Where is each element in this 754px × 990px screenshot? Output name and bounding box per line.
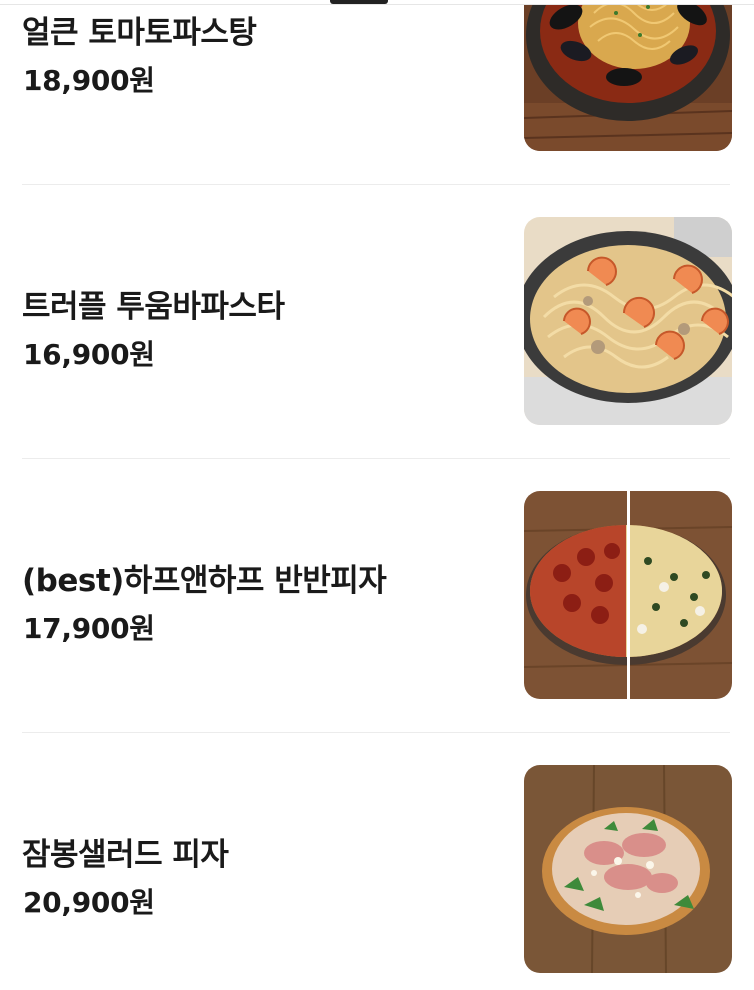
menu-item-info: 잠봉샐러드 피자 20,900원 [22,733,482,990]
menu-item-info: 얼큰 토마토파스탕 18,900원 [22,0,482,185]
menu-item-price: 16,900원 [23,338,155,371]
menu-item-name: (best)하프앤하프 반반피자 [22,563,387,599]
menu-item-name: 얼큰 토마토파스탕 [22,15,257,51]
spicy-tomato-mussel-pasta-photo[interactable] [524,0,732,151]
spicy-tomato-mussel-pasta-photo [524,0,732,151]
drag-handle[interactable] [330,0,388,4]
menu-item[interactable]: (best)하프앤하프 반반피자 17,900원 [22,459,732,733]
half-and-half-pizza-photo[interactable] [524,491,732,699]
half-and-half-pizza-photo [524,491,732,699]
menu-item-price: 17,900원 [23,612,155,645]
menu-item-name: 잠봉샐러드 피자 [22,837,229,873]
menu-item-info: (best)하프앤하프 반반피자 17,900원 [22,459,482,733]
jambon-salad-pizza-photo [524,765,732,973]
menu-item-info: 트러플 투움바파스타 16,900원 [22,185,482,459]
truffle-toowoomba-shrimp-pasta-photo[interactable] [524,217,732,425]
menu-item[interactable]: 트러플 투움바파스타 16,900원 [22,185,732,459]
menu-item-price: 20,900원 [23,886,155,919]
menu-item-price: 18,900원 [23,64,155,97]
menu-page: 얼큰 토마토파스탕 18,900원 트러플 투움바파스타 16,900원 (be… [0,0,754,990]
jambon-salad-pizza-photo[interactable] [524,765,732,973]
truffle-toowoomba-shrimp-pasta-photo [524,217,732,425]
menu-item[interactable]: 얼큰 토마토파스탕 18,900원 [22,0,732,185]
menu-item-name: 트러플 투움바파스타 [22,289,285,325]
menu-item[interactable]: 잠봉샐러드 피자 20,900원 [22,733,732,990]
menu-list: 얼큰 토마토파스탕 18,900원 트러플 투움바파스타 16,900원 (be… [0,0,754,990]
